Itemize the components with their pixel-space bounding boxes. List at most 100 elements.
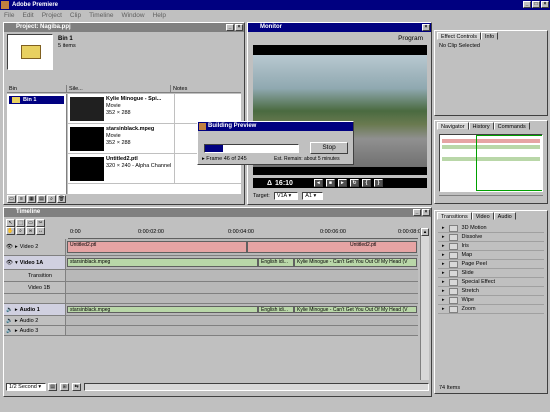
- col-name-header[interactable]: Sile...: [67, 85, 171, 92]
- mark-out-icon[interactable]: }: [373, 179, 383, 187]
- clip-english-audio[interactable]: English idi...: [258, 306, 294, 313]
- transition-folder[interactable]: ▸ Dissolve: [438, 233, 544, 242]
- eye-icon[interactable]: 👁: [6, 244, 13, 250]
- eye-icon[interactable]: 👁: [6, 260, 13, 266]
- scroll-up-arrow[interactable]: ▴: [421, 228, 429, 236]
- tab-audio[interactable]: Audio: [493, 212, 516, 220]
- loop-icon[interactable]: ↻: [349, 179, 359, 187]
- icon-view-icon[interactable]: ▦: [27, 195, 36, 203]
- expand-arrow-icon[interactable]: ▸: [15, 307, 18, 313]
- transition-folder[interactable]: ▸ Page Peel: [438, 260, 544, 269]
- col-bin-header[interactable]: Bin: [7, 85, 67, 92]
- zoom-tool-icon[interactable]: ⌕: [16, 227, 25, 235]
- in-out-tool-icon[interactable]: ↔: [36, 227, 45, 235]
- no-clip-text: No Clip Selected: [439, 43, 480, 49]
- col-notes-header[interactable]: Notes: [171, 85, 241, 92]
- zoom-select[interactable]: 1/2 Second ▾: [6, 383, 47, 391]
- speaker-icon[interactable]: 🔈: [6, 318, 13, 324]
- timeline-hscroll[interactable]: [84, 383, 429, 391]
- step-back-icon[interactable]: ◂: [313, 179, 323, 187]
- clip-untitled2-b[interactable]: Untitled2.ptl: [247, 241, 417, 253]
- expand-arrow-icon[interactable]: ▸: [15, 318, 18, 324]
- transition-folder[interactable]: ▸ Special Effect: [438, 278, 544, 287]
- clip-untitled2-a[interactable]: Untitled2.ptl: [67, 241, 247, 253]
- transition-folder[interactable]: ▸ Zoom: [438, 305, 544, 314]
- clip-english-video[interactable]: English idi...: [258, 258, 294, 267]
- speaker-icon[interactable]: 🔈: [6, 328, 13, 334]
- mark-in-icon[interactable]: {: [361, 179, 371, 187]
- monitor-window: Monitor × Program Δ 16:10 ◂ ■ ▸ ↻ { } Ta…: [247, 22, 432, 205]
- tab-history[interactable]: History: [468, 122, 494, 130]
- close-button[interactable]: ×: [541, 1, 549, 8]
- link-tool-icon[interactable]: ∞: [26, 227, 35, 235]
- tab-transitions[interactable]: Transitions: [437, 212, 472, 220]
- tab-effect-controls[interactable]: Effect Controls: [437, 32, 481, 40]
- menu-project[interactable]: Project: [42, 10, 62, 21]
- speaker-icon[interactable]: 🔈: [6, 307, 13, 313]
- menu-file[interactable]: File: [4, 10, 14, 21]
- list-view-icon[interactable]: ≡: [17, 195, 26, 203]
- expand-arrow-icon[interactable]: ▸: [15, 244, 18, 250]
- delete-icon[interactable]: 🗑: [57, 195, 66, 203]
- tab-commands[interactable]: Commands: [493, 122, 530, 130]
- transition-folder[interactable]: ▸ 3D Motion: [438, 224, 544, 233]
- project-minimize-button[interactable]: _: [226, 24, 234, 31]
- track-options-icon[interactable]: ▤: [48, 383, 58, 391]
- dialog-title: Building Preview: [208, 123, 257, 129]
- clip-kylie-audio[interactable]: Kylie Minogue - Can't Get You Out Of My …: [294, 306, 417, 313]
- time-ruler[interactable]: 0:00 0:00:02:00 0:00:04:00 0:00:06:00 0:…: [68, 228, 424, 239]
- tab-video[interactable]: Video: [471, 212, 494, 220]
- track-audio-3: 🔈 ▸ Audio 3: [4, 326, 418, 336]
- folder-label: Page Peel: [461, 260, 487, 267]
- expand-arrow-icon[interactable]: ▾: [15, 260, 18, 266]
- timeline-minimize-button[interactable]: _: [413, 209, 421, 216]
- razor-tool-icon[interactable]: ✂: [36, 219, 45, 227]
- project-close-button[interactable]: ×: [235, 24, 243, 31]
- minimize-button[interactable]: _: [523, 1, 531, 8]
- expand-arrow-icon[interactable]: ▸: [15, 328, 18, 334]
- menu-edit[interactable]: Edit: [22, 10, 33, 21]
- menu-clip[interactable]: Clip: [70, 10, 81, 21]
- thumbnail-view-icon[interactable]: ▤: [37, 195, 46, 203]
- clip-label: Kylie Minogue - Can't Get You Out Of My …: [297, 307, 408, 313]
- monitor-close-button[interactable]: ×: [422, 24, 430, 31]
- hand-tool-icon[interactable]: ✋: [6, 227, 15, 235]
- frame-text: ▸ Frame 46 of 245: [202, 156, 247, 162]
- transition-folder[interactable]: ▸ Wipe: [438, 296, 544, 305]
- timeline-vscroll[interactable]: ▴: [420, 228, 429, 380]
- new-bin-icon[interactable]: ▭: [7, 195, 16, 203]
- navigator-viewport[interactable]: [476, 135, 542, 191]
- range-tool-icon[interactable]: ⬚: [16, 219, 25, 227]
- transition-folder[interactable]: ▸ Iris: [438, 242, 544, 251]
- find-icon[interactable]: ⌕: [47, 195, 56, 203]
- navigator-view[interactable]: [439, 134, 543, 192]
- monitor-titlebar: Monitor ×: [248, 23, 431, 32]
- target-audio-select[interactable]: A1 ▾: [302, 192, 324, 200]
- selection-tool-icon[interactable]: ↖: [6, 219, 15, 227]
- app-title: Adobe Premiere: [12, 2, 59, 8]
- expand-arrow-icon: ▸: [442, 251, 445, 258]
- play-icon[interactable]: ▸: [337, 179, 347, 187]
- navigator-zoom-slider[interactable]: [439, 195, 543, 201]
- stop-button[interactable]: Stop: [310, 142, 348, 154]
- bin-list-item[interactable]: Bin 1: [9, 96, 64, 104]
- menu-help[interactable]: Help: [153, 10, 166, 21]
- menu-timeline[interactable]: Timeline: [89, 10, 113, 21]
- project-item[interactable]: Kylie Minogue - Spi... Movie 352 × 288: [68, 94, 241, 124]
- zoom-value: 1/2 Second: [9, 384, 37, 390]
- block-tool-icon[interactable]: ▭: [26, 219, 35, 227]
- transition-folder[interactable]: ▸ Stretch: [438, 287, 544, 296]
- menu-window[interactable]: Window: [121, 10, 144, 21]
- maximize-button[interactable]: □: [532, 1, 540, 8]
- target-video-select[interactable]: V1A ▾: [273, 192, 299, 200]
- clip-kylie-video[interactable]: Kylie Minogue - Can't Get You Out Of My …: [294, 258, 417, 267]
- transition-folder[interactable]: ▸ Map: [438, 251, 544, 260]
- clip-starsinblack-video[interactable]: starsinblack.mpeg: [67, 258, 258, 267]
- toggle-shift-icon[interactable]: ⇆: [72, 383, 82, 391]
- stop-icon[interactable]: ■: [325, 179, 335, 187]
- tab-info[interactable]: Info: [480, 32, 499, 40]
- timeline-close-button[interactable]: ×: [422, 209, 430, 216]
- clip-starsinblack-audio[interactable]: starsinblack.mpeg: [67, 306, 258, 313]
- tab-navigator[interactable]: Navigator: [437, 122, 469, 130]
- toggle-snap-icon[interactable]: ⊞: [60, 383, 70, 391]
